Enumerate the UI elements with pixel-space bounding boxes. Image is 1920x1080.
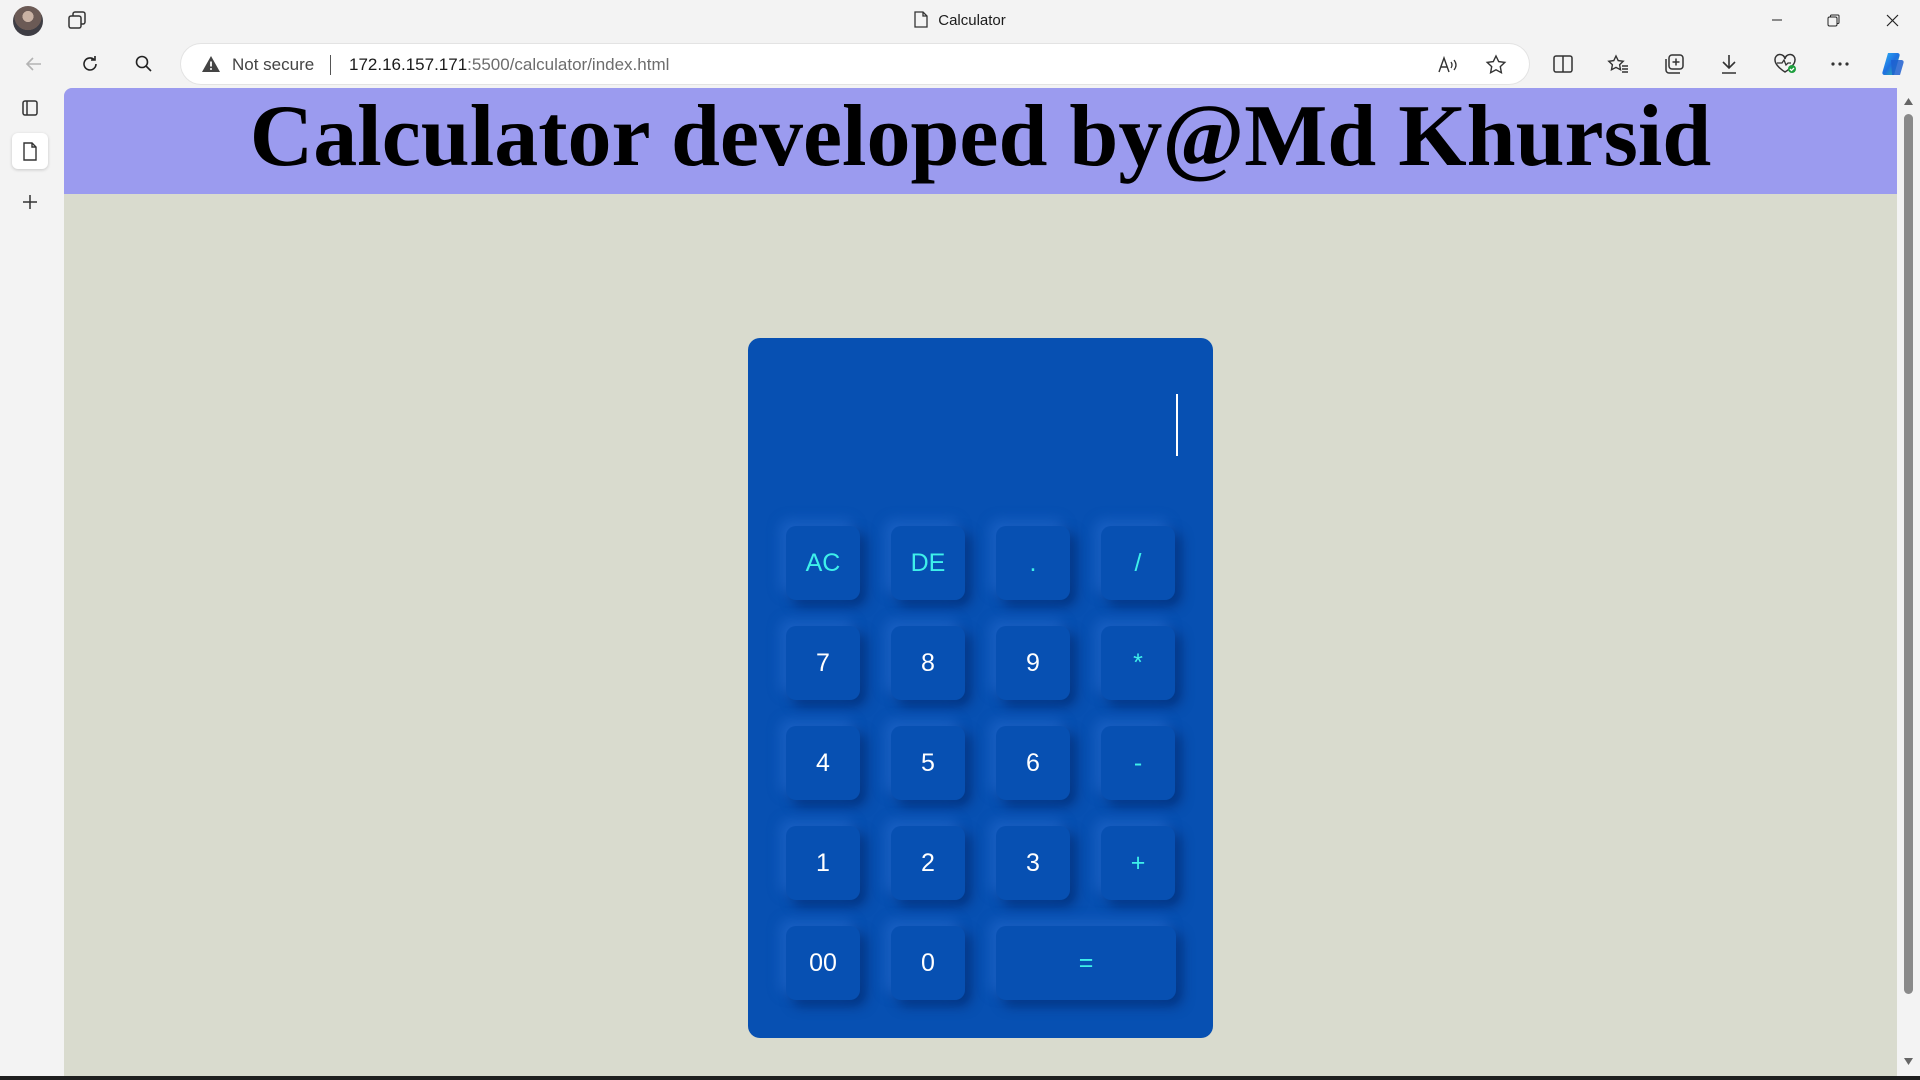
restore-button[interactable]	[1805, 0, 1861, 40]
key-divide[interactable]: /	[1101, 526, 1175, 600]
document-icon	[914, 11, 928, 28]
page-heading: Calculator developed by@Md Khursid	[249, 88, 1712, 185]
minimize-icon	[1772, 19, 1782, 21]
favorite-button[interactable]	[1483, 52, 1509, 78]
read-aloud-button[interactable]	[1435, 52, 1461, 78]
key-2[interactable]: 2	[891, 826, 965, 900]
downloads-button[interactable]	[1712, 48, 1746, 80]
window-title-text: Calculator	[938, 12, 1006, 29]
refresh-button[interactable]	[74, 48, 106, 80]
copilot-icon	[1882, 53, 1904, 75]
browser-essentials-icon	[1774, 53, 1796, 73]
security-label[interactable]: Not secure	[232, 55, 314, 75]
browser-toolbar: Not secure 172.16.157.171:5500/calculato…	[0, 40, 1920, 88]
key-6[interactable]: 6	[996, 726, 1070, 800]
search-button[interactable]	[128, 48, 160, 80]
calculator: AC DE . / 7 8 9 * 4 5 6 - 1 2 3 + 00 0 =	[748, 338, 1213, 1038]
url-text[interactable]: 172.16.157.171:5500/calculator/index.htm…	[349, 55, 669, 75]
address-bar[interactable]: Not secure 172.16.157.171:5500/calculato…	[181, 44, 1529, 84]
page-scrollbar[interactable]	[1897, 88, 1920, 1076]
collections-button[interactable]	[1657, 48, 1691, 80]
key-plus[interactable]: +	[1101, 826, 1175, 900]
key-de[interactable]: DE	[891, 526, 965, 600]
page-tab[interactable]	[12, 133, 48, 169]
browser-essentials-button[interactable]	[1768, 48, 1802, 80]
window-title-bar: Calculator	[0, 0, 1920, 40]
page-tab-icon	[23, 141, 37, 161]
key-0[interactable]: 0	[891, 926, 965, 1000]
key-9[interactable]: 9	[996, 626, 1070, 700]
text-cursor	[1176, 394, 1178, 456]
minimize-button[interactable]	[1749, 0, 1805, 40]
split-screen-button[interactable]	[1546, 48, 1580, 80]
collections-icon	[1665, 54, 1684, 74]
tab-actions-icon	[22, 100, 38, 116]
back-button[interactable]	[18, 48, 50, 80]
search-icon	[135, 55, 152, 72]
page-viewport: Calculator developed by@Md Khursid AC DE…	[64, 88, 1897, 1076]
close-icon	[1886, 14, 1898, 26]
more-button[interactable]	[1823, 48, 1857, 80]
vertical-tabs-sidebar	[0, 88, 64, 1080]
more-icon	[1831, 62, 1849, 66]
close-button[interactable]	[1864, 0, 1920, 40]
favorite-star-icon	[1485, 54, 1507, 75]
key-ac[interactable]: AC	[786, 526, 860, 600]
scroll-down-icon[interactable]	[1903, 1057, 1914, 1066]
tab-actions-button[interactable]	[12, 90, 48, 126]
address-separator	[330, 55, 331, 75]
restore-icon	[1827, 14, 1839, 26]
key-00[interactable]: 00	[786, 926, 860, 1000]
key-equals[interactable]: =	[996, 926, 1176, 1000]
copilot-button[interactable]	[1876, 48, 1910, 80]
favorites-icon	[1607, 54, 1628, 73]
calculator-display[interactable]	[778, 394, 1178, 456]
url-path: :5500/calculator/index.html	[467, 55, 670, 74]
favorites-button[interactable]	[1601, 48, 1635, 80]
key-7[interactable]: 7	[786, 626, 860, 700]
scroll-up-icon[interactable]	[1903, 97, 1914, 106]
window-bottom-edge	[0, 1076, 1920, 1080]
key-5[interactable]: 5	[891, 726, 965, 800]
key-dot[interactable]: .	[996, 526, 1070, 600]
split-screen-icon	[1553, 55, 1573, 73]
read-aloud-icon	[1438, 55, 1457, 73]
key-1[interactable]: 1	[786, 826, 860, 900]
new-tab-button[interactable]	[12, 184, 48, 220]
warning-icon[interactable]	[201, 55, 221, 73]
key-multiply[interactable]: *	[1101, 626, 1175, 700]
scroll-thumb[interactable]	[1904, 114, 1913, 994]
back-icon	[25, 57, 41, 71]
header-banner: Calculator developed by@Md Khursid	[64, 88, 1897, 194]
key-4[interactable]: 4	[786, 726, 860, 800]
downloads-icon	[1722, 55, 1736, 74]
key-minus[interactable]: -	[1101, 726, 1175, 800]
window-title: Calculator	[0, 11, 1920, 29]
key-8[interactable]: 8	[891, 626, 965, 700]
key-3[interactable]: 3	[996, 826, 1070, 900]
url-host: 172.16.157.171	[349, 55, 468, 74]
refresh-icon	[83, 56, 97, 71]
new-tab-icon	[23, 195, 37, 209]
